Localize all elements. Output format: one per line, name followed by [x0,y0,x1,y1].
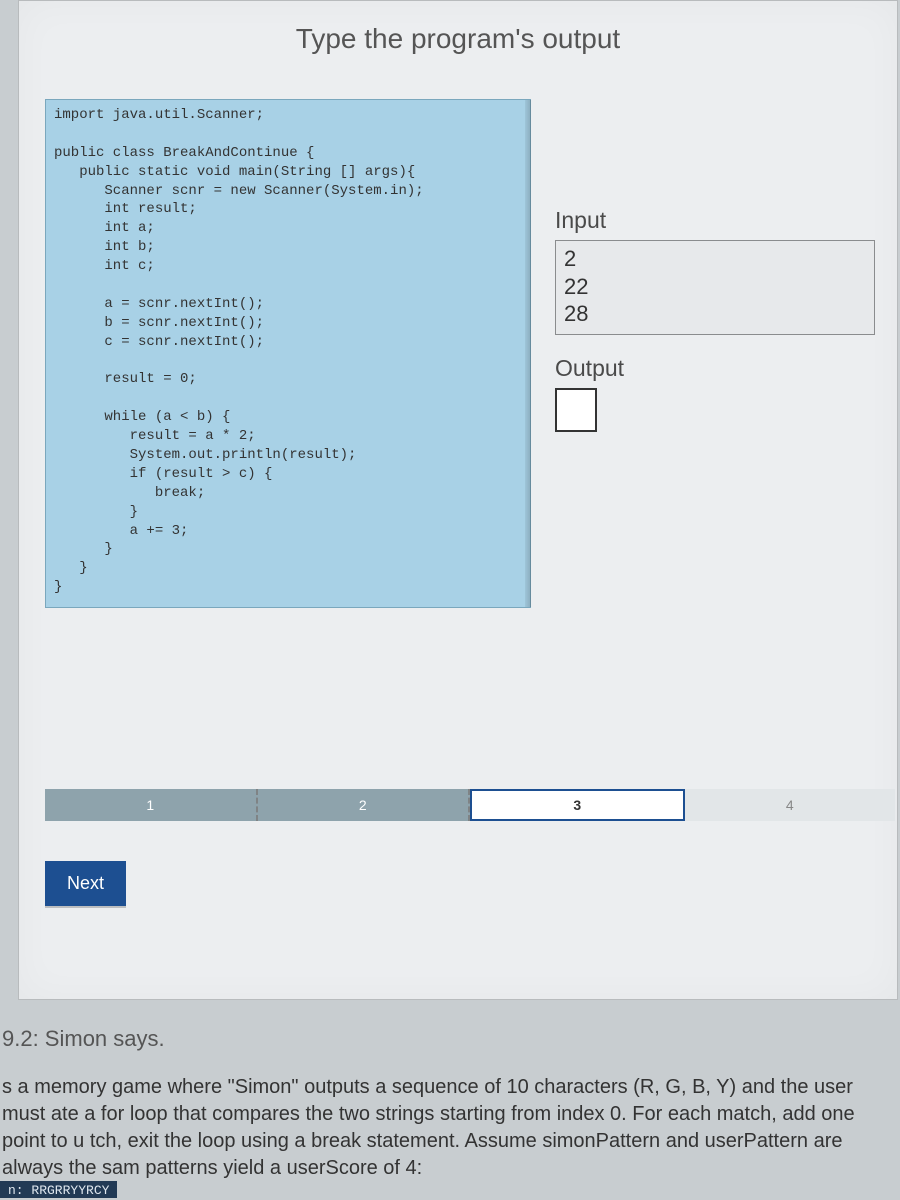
exercise-card: Type the program's output import java.ut… [18,0,898,1000]
footer-code-snippet: n: RRGRRYYRCY [0,1181,117,1198]
exercise-title: Type the program's output [19,1,897,85]
lower-exercise: 9.2: Simon says. s a memory game where "… [0,1020,900,1182]
output-answer-field[interactable] [555,388,597,432]
exercise-content: import java.util.Scanner; public class B… [19,99,897,608]
input-box: 2 22 28 [555,240,875,335]
input-label: Input [555,207,875,234]
step-1[interactable]: 1 [45,789,258,821]
next-button[interactable]: Next [45,861,126,906]
output-label: Output [555,355,875,382]
progress-stepper: 1 2 3 4 [45,789,895,821]
step-2[interactable]: 2 [258,789,471,821]
code-listing: import java.util.Scanner; public class B… [45,99,531,608]
io-panel: Input 2 22 28 Output [555,207,875,432]
lower-body: s a memory game where "Simon" outputs a … [0,1074,900,1182]
step-4[interactable]: 4 [685,789,896,821]
lower-heading: 9.2: Simon says. [0,1026,900,1052]
step-3[interactable]: 3 [470,789,685,821]
